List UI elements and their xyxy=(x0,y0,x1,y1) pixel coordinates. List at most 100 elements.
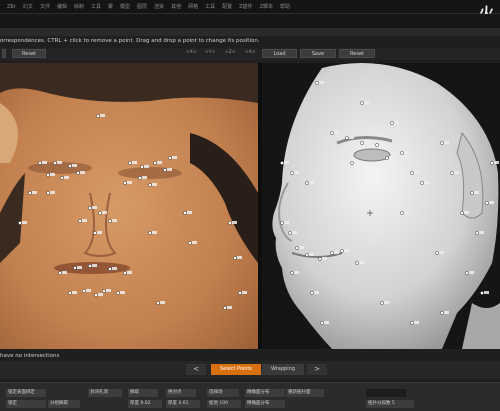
toolbar-edge-button[interactable] xyxy=(2,49,6,58)
correspondence-point[interactable] xyxy=(318,257,322,261)
correspondence-point[interactable] xyxy=(410,171,414,175)
menu-item[interactable]: 网格 xyxy=(188,3,198,10)
menu-item[interactable]: 幻文 xyxy=(23,3,33,10)
correspondence-point[interactable] xyxy=(450,171,454,175)
selection-field-option[interactable]: 选择场 xyxy=(207,389,239,397)
correspondence-point[interactable] xyxy=(76,171,80,175)
correspondence-point[interactable] xyxy=(475,231,479,235)
thickness-slider-2[interactable]: 厚度 4.01 xyxy=(166,400,200,408)
correspondence-point[interactable] xyxy=(94,293,98,297)
menu-item[interactable]: 文件 xyxy=(40,3,50,10)
correspondence-point[interactable] xyxy=(410,321,414,325)
correspondence-point[interactable] xyxy=(305,253,309,257)
menu-item[interactable]: 模型 xyxy=(120,3,130,10)
correspondence-point[interactable] xyxy=(238,291,242,295)
correspondence-point[interactable] xyxy=(140,165,144,169)
correspondence-point[interactable] xyxy=(168,156,172,160)
correspondence-point[interactable] xyxy=(148,183,152,187)
menu-item[interactable]: 图层 xyxy=(137,3,147,10)
correspondence-point[interactable] xyxy=(380,301,384,305)
menu-item[interactable]: 工具 xyxy=(91,3,101,10)
correspondence-point[interactable] xyxy=(102,289,106,293)
topology-segments-slider[interactable]: 拓扑分段数 5 xyxy=(366,400,414,408)
correspondence-point[interactable] xyxy=(123,181,127,185)
previous-step-button[interactable]: < xyxy=(186,364,206,375)
next-step-button[interactable]: > xyxy=(307,364,327,375)
close-holes-option[interactable]: 封闭孔洞 xyxy=(88,389,122,397)
axis-option[interactable]: >X< xyxy=(186,50,197,55)
axis-option[interactable]: >Z< xyxy=(225,50,236,55)
correspondence-point[interactable] xyxy=(46,173,50,177)
correspondence-point[interactable] xyxy=(233,256,237,260)
correspondence-point[interactable] xyxy=(128,161,132,165)
correspondence-point[interactable] xyxy=(440,141,444,145)
correspondence-point[interactable] xyxy=(290,171,294,175)
correspondence-point[interactable] xyxy=(305,181,309,185)
correspondence-point[interactable] xyxy=(355,261,359,265)
precise-distribution-option-2[interactable]: 精确面分布 xyxy=(245,400,285,408)
reset-left-button[interactable]: Reset xyxy=(12,49,46,58)
correspondence-point[interactable] xyxy=(82,289,86,293)
correspondence-point[interactable] xyxy=(310,291,314,295)
correspondence-point[interactable] xyxy=(480,291,484,295)
menu-item[interactable]: 配置 xyxy=(222,3,232,10)
correspondence-point[interactable] xyxy=(138,176,142,180)
correspondence-point[interactable] xyxy=(98,211,102,215)
correspondence-point[interactable] xyxy=(320,321,324,325)
correspondence-point[interactable] xyxy=(330,251,334,255)
correspondence-point[interactable] xyxy=(385,156,389,160)
correspondence-point[interactable] xyxy=(93,231,97,235)
correspondence-point[interactable] xyxy=(390,121,394,125)
menu-item[interactable]: 渲染 xyxy=(154,3,164,10)
correspondence-point[interactable] xyxy=(88,264,92,268)
empty-field[interactable] xyxy=(366,389,406,397)
select-points-button[interactable]: Select Points xyxy=(211,364,261,375)
load-button[interactable]: Load xyxy=(262,49,297,58)
correspondence-point[interactable] xyxy=(330,131,334,135)
correspondence-point[interactable] xyxy=(188,241,192,245)
axis-option[interactable]: >Y< xyxy=(205,50,215,55)
model-viewport[interactable] xyxy=(262,63,500,349)
group-pick-option[interactable]: 分组摘取 xyxy=(48,400,80,408)
wrapping-button[interactable]: Wrapping xyxy=(262,364,304,375)
correspondence-point[interactable] xyxy=(68,291,72,295)
correspondence-point[interactable] xyxy=(360,101,364,105)
correspondence-point[interactable] xyxy=(345,136,349,140)
pick-option[interactable]: 摘取 xyxy=(128,389,158,397)
correspondence-point[interactable] xyxy=(315,81,319,85)
menu-item[interactable]: ZBr xyxy=(7,4,16,10)
correspondence-point[interactable] xyxy=(290,271,294,275)
thickness-slider[interactable]: 厚度 9.02 xyxy=(128,400,162,408)
correspondence-point[interactable] xyxy=(350,161,354,165)
correspondence-point[interactable] xyxy=(123,271,127,275)
precise-distribution-option[interactable]: 精确面分布 xyxy=(245,389,285,397)
correspondence-point[interactable] xyxy=(156,301,160,305)
correspondence-point[interactable] xyxy=(420,181,424,185)
correspondence-point[interactable] xyxy=(183,211,187,215)
correspondence-point[interactable] xyxy=(96,114,100,118)
correspondence-point[interactable] xyxy=(53,161,57,165)
correspondence-point[interactable] xyxy=(400,151,404,155)
correspondence-point[interactable] xyxy=(470,191,474,195)
correspondence-point[interactable] xyxy=(116,291,120,295)
menu-item[interactable]: Z脚本 xyxy=(260,3,273,10)
menu-item[interactable]: Z插件 xyxy=(239,3,252,10)
save-button[interactable]: Save xyxy=(300,49,336,58)
menu-item[interactable]: 绘制 xyxy=(74,3,84,10)
correspondence-point[interactable] xyxy=(465,271,469,275)
correspondence-point[interactable] xyxy=(295,246,299,250)
menu-item[interactable]: 帮助 xyxy=(280,3,290,10)
correspondence-point[interactable] xyxy=(435,251,439,255)
texture-canvas[interactable] xyxy=(0,63,258,349)
correspondence-point[interactable] xyxy=(46,191,50,195)
correspondence-point[interactable] xyxy=(18,221,22,225)
correspondence-point[interactable] xyxy=(223,306,227,310)
correspondence-point[interactable] xyxy=(68,164,72,168)
correspondence-point[interactable] xyxy=(490,161,494,165)
correspondence-point[interactable] xyxy=(148,231,152,235)
axis-option[interactable]: >X< xyxy=(245,50,256,55)
texture-viewport[interactable] xyxy=(0,63,258,349)
lock-option[interactable]: 锁定 xyxy=(6,400,46,408)
menu-item[interactable]: 其他 xyxy=(171,3,181,10)
model-canvas[interactable] xyxy=(262,63,500,349)
